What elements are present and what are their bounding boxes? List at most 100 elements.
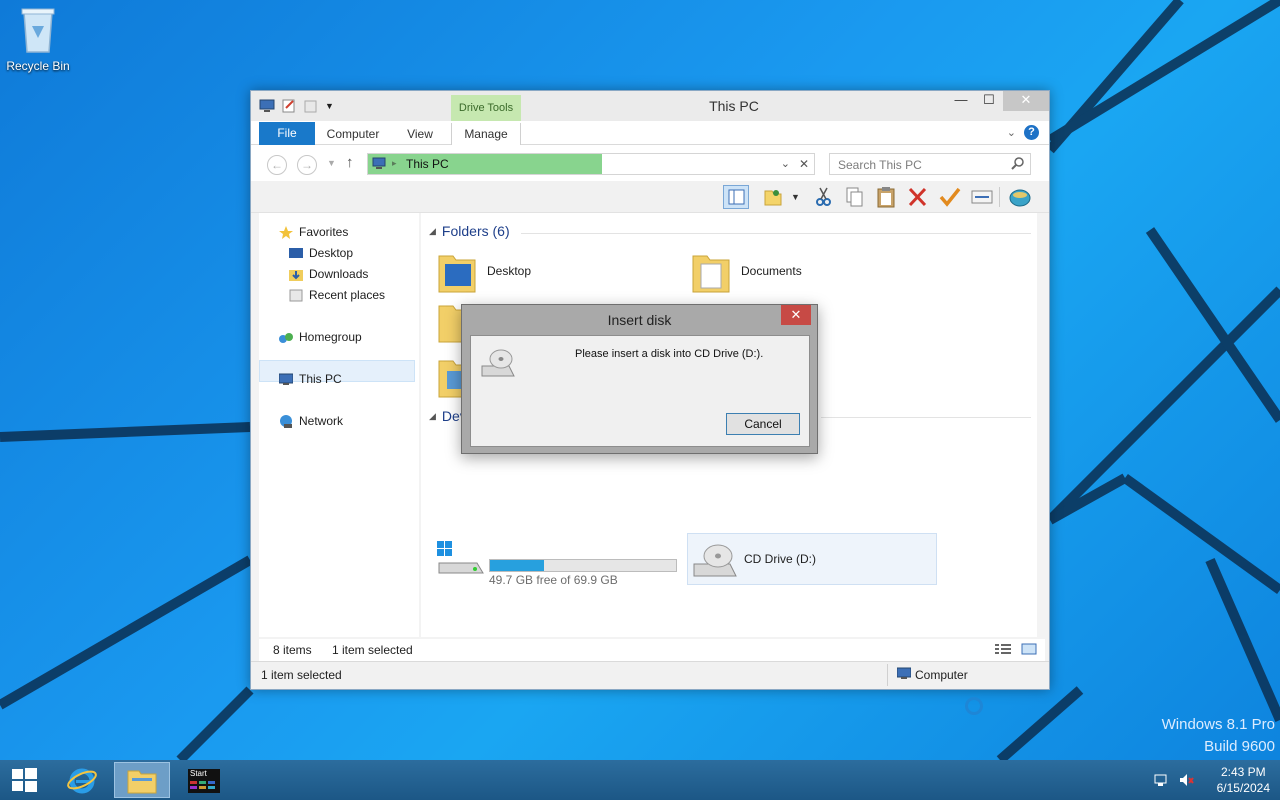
this-pc-small-icon [372, 157, 386, 173]
folder-documents-label: Documents [741, 264, 802, 278]
search-box[interactable]: Search This PC [829, 153, 1031, 175]
address-dropdown-icon[interactable]: ⌄ [781, 157, 790, 170]
recycle-bin-icon [21, 8, 55, 53]
search-placeholder: Search This PC [838, 158, 922, 172]
taskbar-file-explorer[interactable] [114, 762, 170, 798]
breadcrumb-arrow-icon[interactable]: ▸ [392, 158, 397, 169]
items-selected: 1 item selected [332, 643, 413, 657]
dialog-close-button[interactable]: ✕ [781, 305, 811, 325]
nav-favorites-label: Favorites [299, 225, 349, 239]
documents-folder-icon [691, 248, 731, 294]
nav-this-pc[interactable]: This PC [278, 372, 342, 386]
windows-drive-icon [437, 541, 484, 574]
preview-pane-button[interactable] [723, 185, 749, 209]
disk-usage-fill [490, 560, 544, 571]
nav-homegroup[interactable]: Homegroup [279, 330, 362, 344]
nav-network[interactable]: Network [279, 414, 343, 428]
network-icon [279, 414, 293, 428]
ribbon-tabs: File Computer View Manage ⌄ ? [251, 121, 1049, 145]
recycle-bin[interactable]: Recycle Bin [4, 6, 72, 73]
nav-this-pc-label: This PC [299, 372, 342, 386]
toolbar-divider [999, 187, 1000, 207]
maximize-button[interactable]: ☐ [975, 91, 1003, 111]
cd-drive[interactable]: CD Drive (D:) [687, 533, 937, 585]
local-disk[interactable]: 49.7 GB free of 69.9 GB [437, 539, 687, 591]
folders-header-divider [521, 233, 1031, 234]
command-toolbar: ▼ [251, 181, 1049, 213]
desktop-folder-icon [437, 248, 477, 294]
folders-group-header[interactable]: ◢ Folders (6) [429, 223, 510, 239]
large-icons-view-icon[interactable] [1021, 643, 1037, 658]
statusbar-computer-icon [896, 667, 912, 683]
os-watermark: Windows 8.1 Pro Build 9600 [1162, 714, 1275, 758]
paste-icon[interactable] [873, 185, 899, 209]
up-button[interactable]: ↑ [346, 154, 354, 171]
refresh-icon[interactable]: ✕ [799, 157, 809, 171]
nav-desktop-label: Desktop [309, 246, 354, 260]
properties-toolbar-icon[interactable] [969, 185, 995, 209]
caption-buttons: — ☐ ✕ [947, 91, 1049, 111]
address-bar[interactable]: ▸ This PC ⌄ ✕ [367, 153, 815, 175]
globe-icon[interactable] [1007, 185, 1033, 209]
title-bar[interactable]: ▼ Drive Tools This PC — ☐ ✕ [251, 91, 1049, 121]
devices-header-divider [821, 417, 1031, 418]
organize-dropdown-icon[interactable]: ▼ [791, 185, 803, 209]
busy-spinner-icon [965, 697, 983, 715]
nav-homegroup-label: Homegroup [299, 330, 362, 344]
nav-desktop[interactable]: Desktop [289, 246, 353, 260]
dialog-body: Please insert a disk into CD Drive (D:).… [470, 335, 810, 447]
folder-desktop-label: Desktop [487, 264, 532, 278]
address-progress [368, 154, 602, 174]
forward-button[interactable]: → [297, 155, 317, 175]
internet-explorer-icon [67, 768, 97, 794]
watermark-build: Build 9600 [1204, 738, 1275, 755]
start-screen-tile-icon: Start [188, 769, 220, 793]
desktop-icon [289, 247, 303, 260]
downloads-icon [289, 268, 303, 281]
nav-favorites[interactable]: Favorites [279, 225, 348, 239]
nav-downloads-label: Downloads [309, 267, 369, 281]
local-disk-free-space: 49.7 GB free of 69.9 GB [489, 573, 618, 587]
statusbar-divider [887, 664, 888, 686]
search-icon[interactable] [1011, 157, 1024, 173]
folder-documents[interactable]: Documents [691, 248, 802, 294]
close-button[interactable]: ✕ [1003, 91, 1049, 111]
details-view-icon[interactable] [995, 643, 1011, 658]
organize-folder-icon[interactable] [761, 185, 787, 209]
address-text: This PC [406, 157, 449, 171]
copy-icon[interactable] [841, 185, 867, 209]
insert-disk-dialog[interactable]: Insert disk ✕ Please insert a disk into … [461, 304, 818, 454]
back-button[interactable]: ← [267, 155, 287, 175]
tab-manage[interactable]: Manage [451, 123, 521, 145]
cut-icon[interactable] [811, 185, 837, 209]
statusbar-selection: 1 item selected [261, 668, 342, 682]
minimize-button[interactable]: — [947, 91, 975, 111]
window-title: This PC [709, 98, 759, 114]
nav-downloads[interactable]: Downloads [289, 267, 368, 281]
star-icon [279, 225, 293, 239]
collapse-devices-icon[interactable]: ◢ [429, 411, 436, 422]
folders-header-label: Folders (6) [441, 223, 510, 239]
tab-computer[interactable]: Computer [321, 123, 385, 145]
taskbar: Start 2:43 PM 6/15/2024 [0, 760, 1280, 800]
volume-muted-icon[interactable] [1178, 772, 1194, 791]
nav-recent-places[interactable]: Recent places [289, 288, 385, 302]
folder-desktop[interactable]: Desktop [437, 248, 531, 294]
collapse-folders-icon[interactable]: ◢ [429, 226, 436, 237]
recent-locations-icon[interactable]: ▼ [327, 158, 336, 168]
cancel-button[interactable]: Cancel [726, 413, 800, 435]
taskbar-internet-explorer[interactable] [54, 762, 110, 798]
delete-icon[interactable] [905, 185, 931, 209]
expand-ribbon-icon[interactable]: ⌄ [1007, 126, 1016, 139]
clock[interactable]: 2:43 PM 6/15/2024 [1217, 764, 1270, 796]
recycle-bin-label: Recycle Bin [6, 59, 70, 73]
cd-drive-label: CD Drive (D:) [744, 552, 816, 566]
taskbar-start-screen[interactable]: Start [176, 762, 232, 798]
network-tray-icon[interactable] [1154, 772, 1170, 791]
tab-file[interactable]: File [259, 122, 315, 145]
help-icon[interactable]: ? [1024, 125, 1039, 140]
rename-check-icon[interactable] [937, 185, 963, 209]
this-pc-icon [278, 373, 294, 386]
start-button[interactable] [0, 762, 48, 798]
tab-view[interactable]: View [397, 123, 443, 145]
